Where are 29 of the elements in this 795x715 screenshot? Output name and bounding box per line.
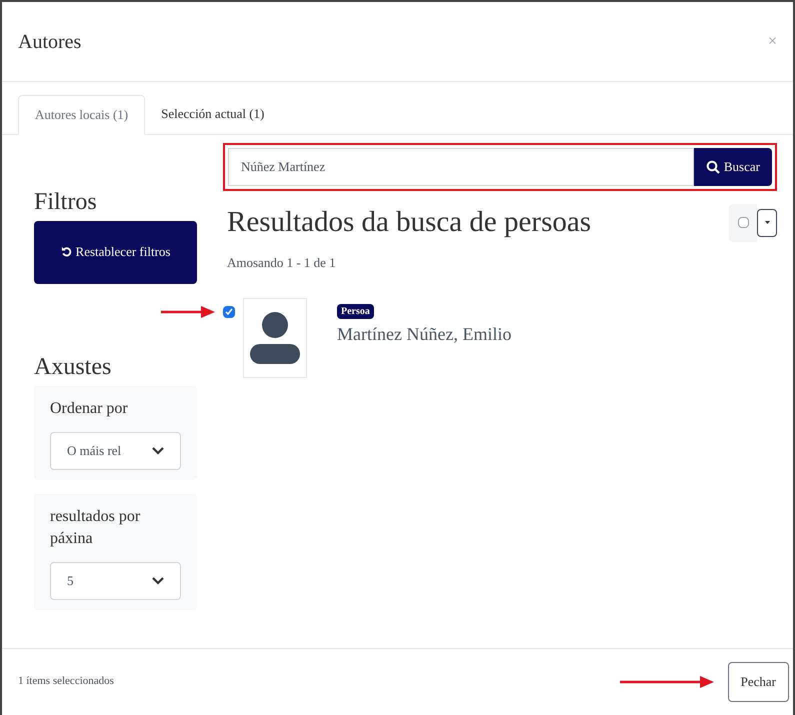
dialog-title: Autores <box>18 30 82 54</box>
search-icon <box>706 160 720 174</box>
settings-heading: Axustes <box>34 353 112 382</box>
reset-icon <box>60 246 72 258</box>
search-field[interactable]: Núñez Martínez <box>228 148 694 186</box>
dropdown[interactable]: O máis rel <box>50 432 181 470</box>
dropdown[interactable]: 5 <box>50 562 181 600</box>
setting-label: Ordenar por <box>50 399 129 419</box>
check-icon <box>225 308 233 316</box>
checkbox[interactable] <box>223 306 235 318</box>
type-badge: Persoa <box>337 304 374 319</box>
dropdown-toggle[interactable] <box>757 208 777 237</box>
setting-label: resultados por páxina <box>50 507 142 549</box>
result-name[interactable]: Martínez Núñez, Emilio <box>337 321 512 348</box>
close-button[interactable]: Pechar <box>728 662 789 702</box>
results-heading: Resultados da busca de persoas <box>227 205 592 240</box>
tab[interactable]: Autores locais (1) <box>18 95 146 135</box>
filters-heading: Filtros <box>34 188 98 217</box>
caret-icon <box>764 221 770 224</box>
search-button[interactable]: Buscar <box>694 148 772 186</box>
results-count: Amosando 1 - 1 de 1 <box>226 254 337 272</box>
tab[interactable]: Selección actual (1) <box>145 94 280 134</box>
selection-status: 1 ítems seleccionados <box>18 674 114 690</box>
person-icon <box>248 311 302 365</box>
reset-filters-button[interactable]: Restablecer filtros <box>34 221 197 284</box>
checkbox[interactable] <box>738 217 748 228</box>
chevron-down-icon <box>152 447 164 455</box>
select-all-checkbox-group[interactable] <box>729 204 757 242</box>
chevron-down-icon <box>152 577 164 585</box>
